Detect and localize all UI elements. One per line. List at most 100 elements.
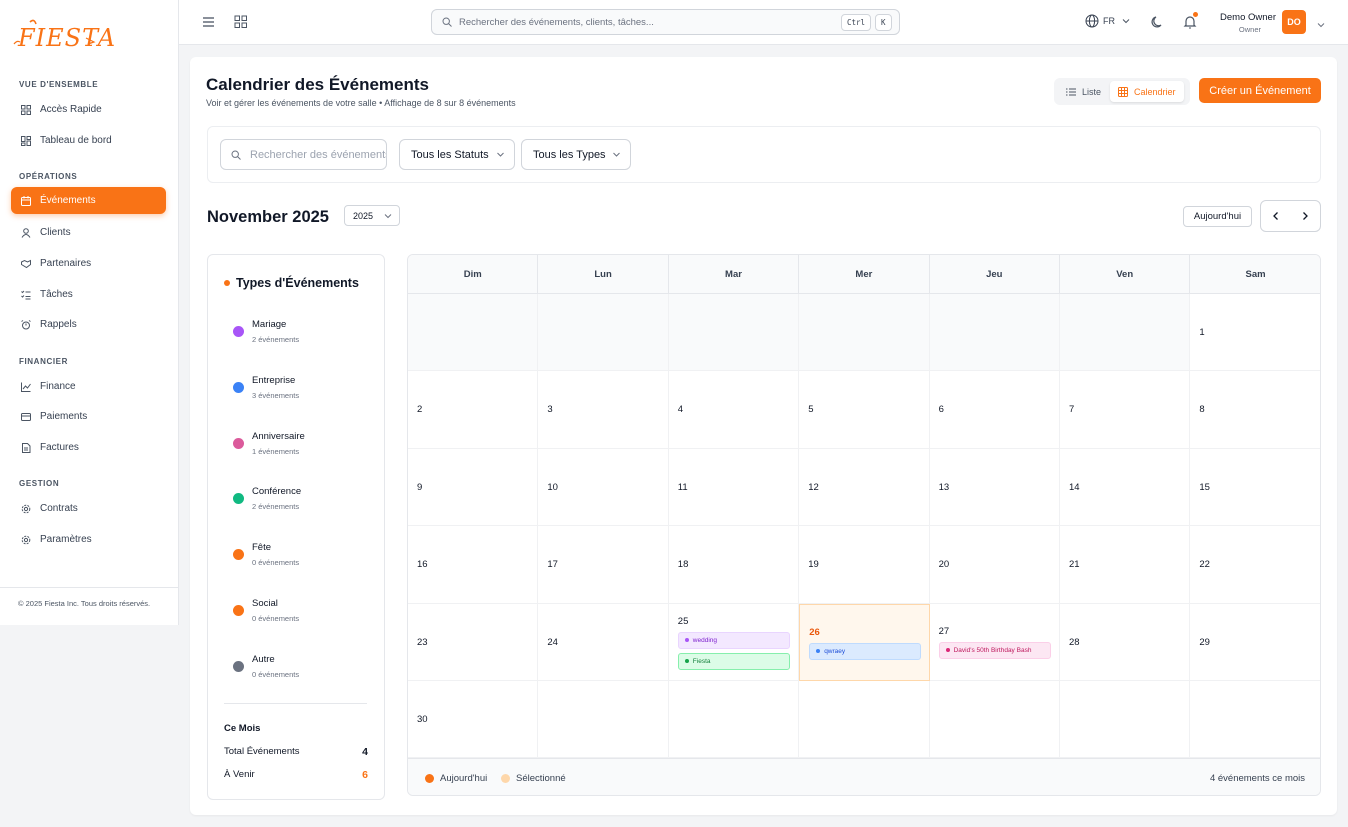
calendar-day-cell[interactable]: 15 xyxy=(1190,448,1320,527)
event-type-name: Mariage xyxy=(252,319,287,330)
weekday-header-cell: Jeu xyxy=(930,255,1060,294)
event-type-item[interactable]: Mariage 2 événements xyxy=(233,317,373,347)
logo-text: FIESTA xyxy=(18,24,117,52)
day-number: 4 xyxy=(677,404,684,416)
sidebar-item-payments[interactable]: Paiements xyxy=(11,403,166,430)
avatar[interactable]: DO xyxy=(1282,10,1306,34)
calendar-day-cell[interactable]: 4 xyxy=(668,371,800,449)
calendar-event-chip[interactable]: David's 50th Birthday Bash xyxy=(938,641,1051,659)
sidebar-item-clients[interactable]: Clients xyxy=(11,219,166,246)
event-type-item[interactable]: Autre 0 événements xyxy=(233,652,373,682)
calendar-day-cell[interactable]: 18 xyxy=(668,526,800,604)
calendar-day-cell[interactable]: 10 xyxy=(538,448,669,527)
calendar-day-cell[interactable]: 24 xyxy=(538,603,669,681)
calendar-day-cell[interactable]: 17 xyxy=(538,526,669,604)
language-switcher[interactable]: FR xyxy=(1085,14,1130,28)
calendar-day-cell[interactable]: 27 David's 50th Birthday Bash xyxy=(929,603,1060,681)
calendar-day-cell[interactable]: 13 xyxy=(929,448,1060,527)
view-calendar-button[interactable]: Calendrier xyxy=(1110,81,1184,102)
global-search-input[interactable]: Rechercher des événements, clients, tâch… xyxy=(431,9,900,35)
calendar-day-cell[interactable]: 19 xyxy=(799,526,930,604)
fiesta-logo[interactable]: FIESTA xyxy=(12,16,115,56)
event-type-dot-icon xyxy=(233,493,244,505)
event-search-input[interactable]: Rechercher des événements xyxy=(220,139,387,170)
sidebar-item-tasks[interactable]: Tâches xyxy=(11,281,166,308)
sidebar-item-invoices[interactable]: Factures xyxy=(11,434,166,461)
event-type-item[interactable]: Social 0 événements xyxy=(233,596,373,626)
calendar-day-cell[interactable]: 30 xyxy=(408,681,539,759)
event-type-dot-icon xyxy=(233,605,244,616)
prev-month-button[interactable] xyxy=(1261,201,1291,231)
calendar-day-cell[interactable]: 9 xyxy=(408,448,539,527)
weekday-header-cell: Lun xyxy=(538,255,669,294)
calendar-day-cell[interactable]: 29 xyxy=(1190,603,1320,681)
calendar-day-cell[interactable]: 8 xyxy=(1190,371,1320,449)
create-event-button[interactable]: Créer un Événement xyxy=(1199,78,1321,103)
calendar-day-cell[interactable]: 28 xyxy=(1060,603,1191,681)
calendar-day-cell[interactable]: 12 xyxy=(799,448,930,527)
sidebar-item-label: Accès Rapide xyxy=(40,104,102,115)
year-select[interactable]: 2025 xyxy=(344,205,400,226)
event-type-name: Entreprise xyxy=(252,374,296,386)
calendar-event-chip[interactable]: wedding xyxy=(677,631,790,649)
calendar-day-cell[interactable]: 11 xyxy=(668,448,800,527)
menu-icon[interactable] xyxy=(201,14,217,30)
sidebar-item-finance[interactable]: Finance xyxy=(11,373,166,400)
event-type-item[interactable]: Entreprise 3 événements xyxy=(233,373,373,403)
sidebar-item-dashboard[interactable]: Tableau de bord xyxy=(11,127,166,154)
sidebar-item-label: Tâches xyxy=(40,289,73,300)
month-event-count: 4 événements ce mois xyxy=(1209,773,1305,784)
calendar-day-cell[interactable]: 25 wedding Fiesta xyxy=(668,603,800,681)
type-filter-select[interactable]: Tous les Types xyxy=(521,139,631,170)
day-number: 2 xyxy=(417,404,423,416)
sidebar-item-contracts[interactable]: Contrats xyxy=(11,495,166,522)
sidebar-item-reminders[interactable]: Rappels xyxy=(11,311,166,338)
calendar-day-cell[interactable]: 21 xyxy=(1060,526,1191,604)
calendar-day-cell[interactable]: 6 xyxy=(929,371,1060,449)
calendar-day-cell[interactable]: 2 xyxy=(408,371,539,449)
event-type-name: Anniversaire xyxy=(252,430,305,442)
day-number: 18 xyxy=(677,559,689,571)
sidebar-item-events[interactable]: Événements xyxy=(11,187,166,214)
calendar-empty-cell xyxy=(538,681,669,759)
event-type-item[interactable]: Fête 0 événements xyxy=(233,540,373,570)
user-menu-chevron-icon[interactable] xyxy=(1316,17,1332,33)
calendar-day-cell[interactable]: 23 xyxy=(408,603,539,681)
sidebar-item-label: Tableau de bord xyxy=(40,135,112,146)
calendar-day-cell[interactable]: 3 xyxy=(538,371,669,449)
calendar-day-cell[interactable]: 20 xyxy=(929,526,1060,604)
calendar-day-cell[interactable]: 22 xyxy=(1190,526,1320,604)
status-filter-select[interactable]: Tous les Statuts xyxy=(399,139,515,170)
sidebar-item-quick-access[interactable]: Accès Rapide xyxy=(11,96,166,123)
today-button[interactable]: Aujourd'hui xyxy=(1183,206,1252,227)
calendar-empty-cell xyxy=(929,681,1060,759)
calendar-day-cell[interactable]: 26 qwraey xyxy=(799,603,930,681)
calendar-day-cell[interactable]: 7 xyxy=(1060,371,1191,449)
main-panel: Calendrier des Événements Voir et gérer … xyxy=(190,57,1337,815)
apps-grid-icon[interactable] xyxy=(233,14,249,30)
sidebar-item-partners[interactable]: Partenaires xyxy=(11,250,166,277)
event-type-name: Social xyxy=(252,598,278,609)
settings-icon xyxy=(21,535,31,545)
kbd-k: K xyxy=(875,14,892,31)
day-number: 27 xyxy=(938,625,950,637)
event-dot-icon xyxy=(945,648,950,653)
sidebar-item-label: Factures xyxy=(40,442,79,453)
theme-moon-icon[interactable] xyxy=(1150,14,1166,30)
calendar-day-cell[interactable]: 1 xyxy=(1190,294,1320,372)
view-list-button[interactable]: Liste xyxy=(1058,81,1109,102)
calendar-day-cell[interactable]: 5 xyxy=(799,371,930,449)
calendar-empty-cell xyxy=(799,681,930,759)
event-type-item[interactable]: Conférence 2 événements xyxy=(233,484,373,514)
calendar-event-chip[interactable]: Fiesta xyxy=(677,652,790,670)
calendar-day-cell[interactable]: 16 xyxy=(408,526,539,604)
next-month-button[interactable] xyxy=(1290,201,1320,231)
calendar-day-cell[interactable]: 14 xyxy=(1060,448,1191,527)
event-type-count: 2 événements xyxy=(252,502,300,512)
day-number: 28 xyxy=(1069,636,1080,648)
event-type-item[interactable]: Anniversaire 1 événements xyxy=(233,429,373,459)
sidebar-item-settings[interactable]: Paramètres xyxy=(11,526,166,553)
topbar: Rechercher des événements, clients, tâch… xyxy=(179,0,1348,45)
calendar-event-chip[interactable]: qwraey xyxy=(809,642,922,660)
event-title: qwraey xyxy=(824,647,846,655)
